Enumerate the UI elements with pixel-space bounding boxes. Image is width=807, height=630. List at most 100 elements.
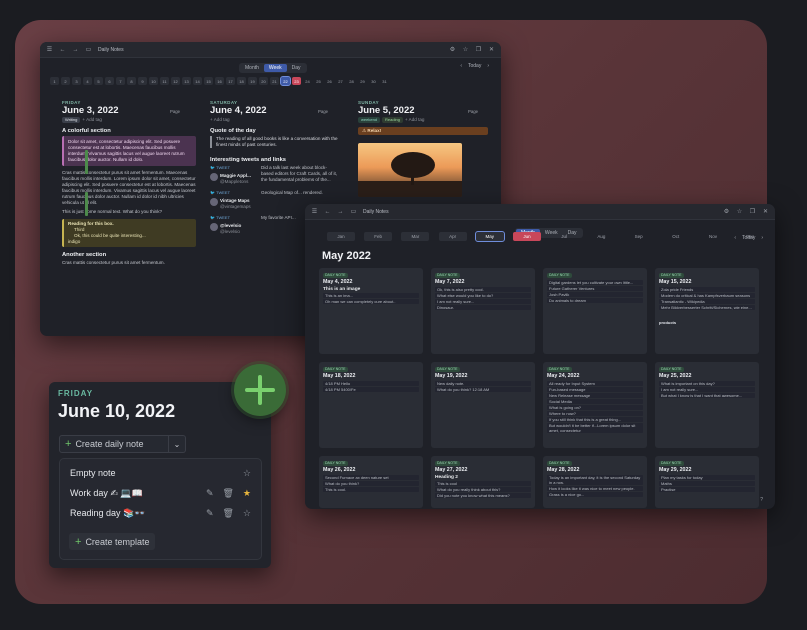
close-icon[interactable]: ✕ (488, 46, 495, 53)
day-chip[interactable]: 12 (171, 77, 180, 85)
add-note-plus-button[interactable] (234, 364, 286, 416)
day-chip[interactable]: 28 (347, 77, 356, 85)
day-chip[interactable]: 3 (72, 77, 81, 85)
month-tab[interactable]: Feb (364, 232, 393, 241)
day-chip[interactable]: 11 (160, 77, 169, 85)
day-chip[interactable]: 20 (259, 77, 268, 85)
close-icon[interactable]: ✕ (762, 208, 769, 215)
create-daily-note-button[interactable]: + Create daily note (59, 435, 169, 453)
tweet-card[interactable]: 🐦 TWEET Maggie Appl... @Mappletons Did a… (210, 165, 338, 185)
month-day-card[interactable]: DAILY NOTE May 25, 2022 What is important … (655, 362, 759, 448)
window-icon[interactable]: ❐ (475, 46, 482, 53)
day-chip[interactable]: 30 (369, 77, 378, 85)
day-chip[interactable]: 7 (116, 77, 125, 85)
month-tab[interactable]: Dec (736, 232, 764, 241)
day-chip[interactable]: 21 (270, 77, 279, 85)
month-day-card[interactable]: DAILY NOTE May 27, 2022 Heading 2 This is c… (431, 456, 535, 508)
day-chip[interactable]: 4 (83, 77, 92, 85)
add-tag-link[interactable]: + Add tag (405, 117, 425, 122)
chevron-down-icon[interactable]: ⌄ (169, 435, 186, 453)
forward-arrow-icon[interactable]: → (337, 208, 344, 215)
day-chip[interactable]: 13 (182, 77, 191, 85)
page-button[interactable]: Page (170, 109, 180, 114)
day-chip[interactable]: 14 (193, 77, 202, 85)
day-chip[interactable]: 22 (280, 76, 291, 86)
back-arrow-icon[interactable]: ← (59, 46, 66, 53)
template-row[interactable]: Work day ✍ 💻📖 ✎ 🗑 ★ (60, 483, 261, 503)
day-chip[interactable]: 5 (94, 77, 103, 85)
month-day-card[interactable]: DAILY NOTE May 4, 2022 This is an image Thi… (319, 268, 423, 354)
day-chip[interactable]: 26 (325, 77, 334, 85)
month-day-card[interactable]: DAILY NOTE May 26, 2022 Second Furnace ax … (319, 456, 423, 508)
day-chip[interactable]: 31 (380, 77, 389, 85)
tag-weekend[interactable]: weekend (358, 117, 381, 123)
view-day[interactable]: Day (287, 64, 306, 72)
day-chip[interactable]: 27 (336, 77, 345, 85)
day-chip[interactable]: 19 (248, 77, 257, 85)
edit-pencil-icon[interactable]: ✎ (206, 488, 214, 499)
template-row[interactable]: Empty note ☆ (60, 463, 261, 483)
day-chip[interactable]: 16 (215, 77, 224, 85)
create-template-button[interactable]: + Create template (69, 533, 156, 550)
day-chip[interactable]: 10 (149, 77, 158, 85)
day-chip[interactable]: 9 (138, 77, 147, 85)
tag-reading[interactable]: Reading (382, 117, 403, 123)
add-tag-link[interactable]: + Add tag (82, 117, 102, 122)
month-tab[interactable]: Oct (662, 232, 690, 241)
day-chip[interactable]: 18 (237, 77, 246, 85)
star-icon[interactable]: ☆ (736, 208, 743, 215)
day-chip[interactable]: 2 (61, 77, 70, 85)
day-chip[interactable]: 1 (50, 77, 59, 85)
template-row[interactable]: Reading day 📚👓 ✎ 🗑 ☆ (60, 503, 261, 523)
month-tab[interactable]: Apr (438, 232, 467, 241)
month-day-card[interactable]: DAILY NOTE Digital gardens let you cultiv… (543, 268, 647, 354)
month-tab[interactable]: Jul (550, 232, 578, 241)
day-chip[interactable]: 29 (358, 77, 367, 85)
settings-icon[interactable]: ⚙ (449, 46, 456, 53)
star-outline-icon[interactable]: ☆ (243, 468, 251, 479)
day-chip[interactable]: 25 (314, 77, 323, 85)
tag-writing[interactable]: Writing (62, 117, 81, 123)
month-tab[interactable]: Jan (327, 232, 355, 241)
star-icon[interactable]: ☆ (462, 46, 469, 53)
day-chip[interactable]: 8 (127, 77, 136, 85)
star-filled-icon[interactable]: ★ (243, 488, 251, 499)
month-tab[interactable]: Jun (513, 232, 541, 241)
month-tab[interactable]: Mar (401, 232, 430, 241)
back-arrow-icon[interactable]: ← (324, 208, 331, 215)
add-tag-link[interactable]: + Add tag (210, 117, 338, 123)
view-week[interactable]: Week (263, 64, 287, 72)
month-day-card[interactable]: DAILY NOTE May 19, 2022 New daily note. Wha… (431, 362, 535, 448)
star-outline-icon[interactable]: ☆ (243, 508, 251, 519)
card-tag[interactable]: products (659, 320, 755, 325)
help-icon[interactable]: ? (760, 497, 763, 503)
day-chip[interactable]: 17 (226, 77, 235, 85)
month-day-card[interactable]: DAILY NOTE May 18, 2022 4/18 PM Hello 4/18 … (319, 362, 423, 448)
month-day-card[interactable]: DAILY NOTE May 24, 2022 All ready for Inpu… (543, 362, 647, 448)
edit-pencil-icon[interactable]: ✎ (206, 508, 214, 519)
day-chip[interactable]: 23 (292, 77, 301, 85)
day-chip[interactable]: 15 (204, 77, 213, 85)
settings-icon[interactable]: ⚙ (723, 208, 730, 215)
next-chevron-icon[interactable]: › (487, 63, 489, 69)
sidebar-toggle-icon[interactable]: ☰ (46, 46, 53, 53)
month-tab[interactable]: Nov (699, 232, 727, 241)
forward-arrow-icon[interactable]: → (72, 46, 79, 53)
window-icon[interactable]: ❐ (749, 208, 756, 215)
day-chip[interactable]: 6 (105, 77, 114, 85)
today-button[interactable]: Today (468, 63, 481, 69)
page-button[interactable]: Page (318, 109, 328, 114)
month-tab[interactable]: May (474, 231, 505, 242)
month-day-card[interactable]: DAILY NOTE May 28, 2022 Today is an import… (543, 456, 647, 508)
view-month[interactable]: Month (240, 64, 264, 72)
sidebar-toggle-icon[interactable]: ☰ (311, 208, 318, 215)
trash-icon[interactable]: 🗑 (222, 508, 233, 519)
day-chip[interactable]: 24 (303, 77, 312, 85)
month-day-card[interactable]: DAILY NOTE May 29, 2022 Plan my tasks for … (655, 456, 759, 508)
prev-chevron-icon[interactable]: ‹ (460, 63, 462, 69)
month-tab[interactable]: Sep (625, 232, 653, 241)
page-button[interactable]: Page (468, 109, 478, 114)
month-day-card[interactable]: DAILY NOTE May 7, 2022 Ok, this is also pr… (431, 268, 535, 354)
month-tab[interactable]: Aug (587, 232, 615, 241)
month-day-card[interactable]: DAILY NOTE May 15, 2022 Zola pride Friends… (655, 268, 759, 354)
